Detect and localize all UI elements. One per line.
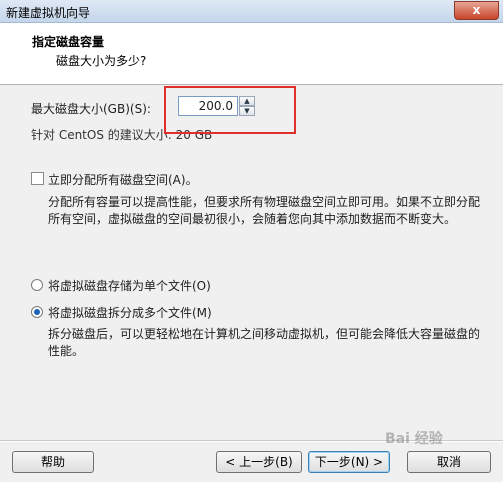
allocate-description-line: 所有空间，虚拟磁盘的空间最初很小，会随着您向其中添加数据而不断变大。	[48, 212, 457, 226]
wizard-header: 指定磁盘容量 磁盘大小为多少?	[0, 23, 503, 85]
help-button[interactable]: 帮助	[12, 451, 94, 473]
title-bar: 新建虚拟机向导 x	[0, 0, 503, 23]
page-subtitle: 磁盘大小为多少?	[56, 54, 147, 68]
stepper-up-button[interactable]: ▲	[239, 96, 255, 106]
single-file-label[interactable]: 将虚拟磁盘存储为单个文件(O)	[48, 277, 211, 294]
allocate-all-label[interactable]: 立即分配所有磁盘空间(A)。	[48, 171, 198, 188]
allocate-all-checkbox[interactable]	[31, 172, 44, 185]
page-title: 指定磁盘容量	[32, 35, 105, 49]
split-description: 拆分磁盘后，可以更轻松地在计算机之间移动虚拟机，但可能会降低大容量磁盘的 性能。	[48, 326, 480, 360]
disk-size-input[interactable]: 200.0	[178, 96, 238, 116]
disk-size-label: 最大磁盘大小(GB)(S):	[31, 102, 151, 116]
disk-size-stepper: ▲ ▼	[239, 96, 255, 116]
close-icon: x	[472, 3, 481, 17]
chevron-down-icon: ▼	[244, 107, 250, 115]
chevron-up-icon: ▲	[244, 97, 250, 105]
back-button[interactable]: < 上一步(B)	[216, 451, 302, 473]
stepper-down-button[interactable]: ▼	[239, 106, 255, 116]
next-button[interactable]: 下一步(N) >	[308, 451, 390, 473]
cancel-button[interactable]: 取消	[407, 451, 491, 473]
allocate-description-line: 分配所有容量可以提高性能，但要求所有物理磁盘空间立即可用。如果不立即分配	[48, 195, 481, 209]
close-button[interactable]: x	[454, 1, 499, 20]
watermark: Bai 经验	[385, 431, 443, 447]
recommended-size-text: 针对 CentOS 的建议大小: 20 GB	[31, 128, 213, 142]
allocate-description: 分配所有容量可以提高性能，但要求所有物理磁盘空间立即可用。如果不立即分配 所有空…	[48, 194, 480, 228]
split-files-radio[interactable]	[31, 306, 43, 318]
window-title: 新建虚拟机向导	[6, 6, 91, 20]
single-file-radio[interactable]	[31, 279, 43, 291]
split-description-line: 拆分磁盘后，可以更轻松地在计算机之间移动虚拟机，但可能会降低大容量磁盘的	[48, 327, 481, 341]
split-description-line: 性能。	[48, 344, 85, 358]
split-files-label[interactable]: 将虚拟磁盘拆分成多个文件(M)	[48, 304, 212, 321]
